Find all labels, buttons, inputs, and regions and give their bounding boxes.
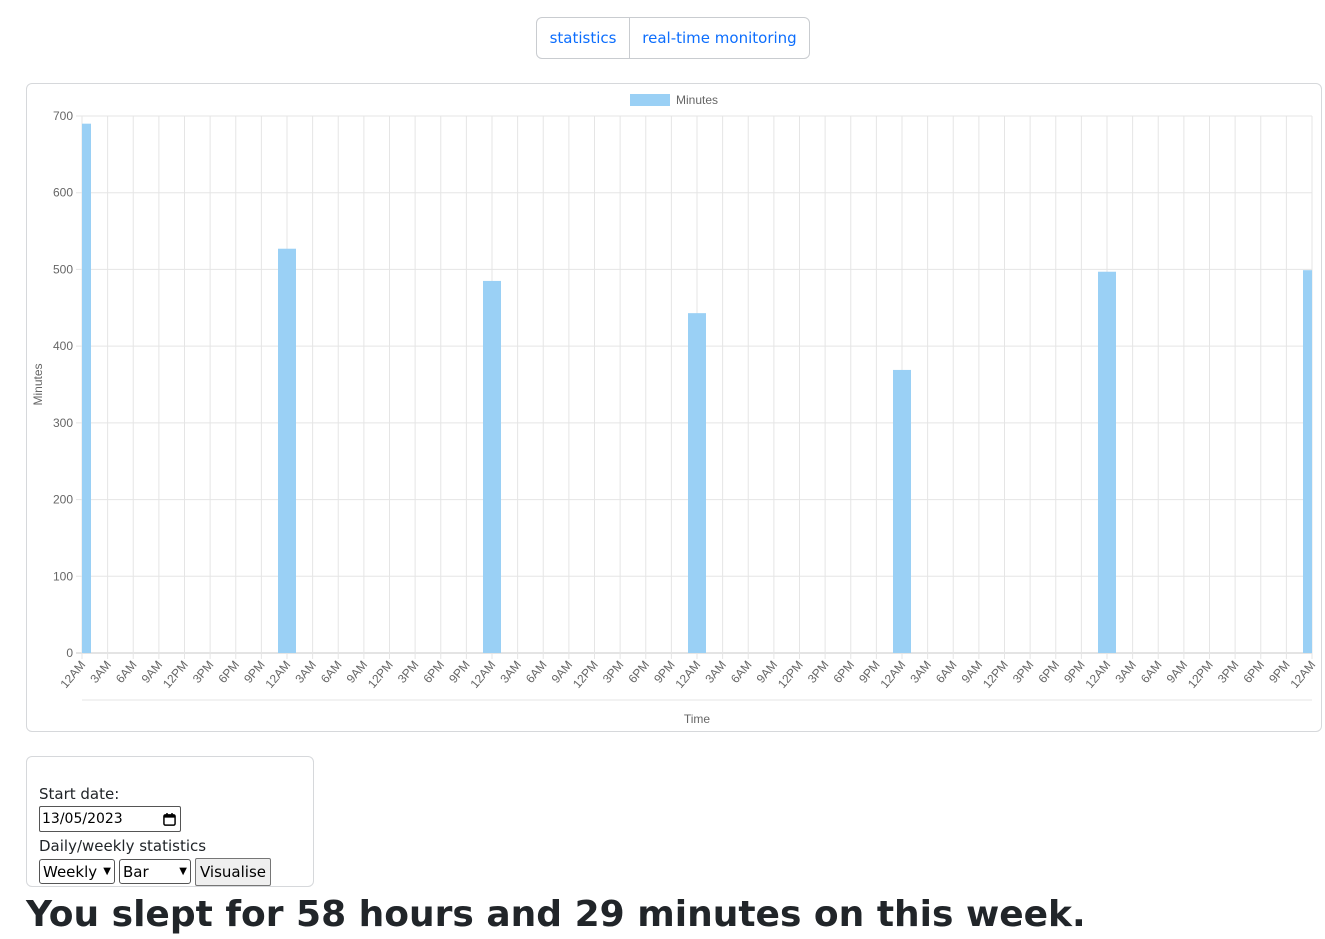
calendar-icon[interactable]	[163, 812, 176, 826]
x-tick-label: 3PM	[190, 658, 217, 686]
chevron-down-icon: ▼	[103, 866, 111, 877]
start-date-input[interactable]: 13/05/2023	[39, 806, 181, 832]
bar	[893, 369, 911, 653]
x-tick-label: 6AM	[933, 658, 960, 686]
x-tick-label: 12PM	[160, 658, 191, 691]
x-tick-label: 12AM	[57, 658, 88, 691]
x-tick-label: 6PM	[1035, 658, 1062, 686]
x-tick-label: 6AM	[318, 658, 345, 686]
period-select-value: Weekly	[43, 862, 98, 881]
x-tick-label: 12PM	[570, 658, 601, 691]
x-tick-label: 6PM	[830, 658, 857, 686]
x-tick-label: 6AM	[523, 658, 550, 686]
nav-tabs: statistics real-time monitoring	[536, 17, 810, 59]
y-tick-label: 200	[53, 493, 73, 507]
chevron-down-icon: ▼	[179, 866, 187, 877]
y-tick-label: 400	[53, 339, 73, 353]
visualise-button[interactable]: Visualise	[195, 858, 271, 886]
y-tick-label: 500	[53, 262, 73, 276]
x-tick-label: 12AM	[467, 658, 498, 691]
y-tick-label: 600	[53, 186, 73, 200]
x-tick-label: 12PM	[980, 658, 1011, 691]
query-form: Start date: 13/05/2023 Daily/weekly stat…	[26, 756, 314, 887]
x-tick-label: 3AM	[1112, 658, 1139, 686]
x-tick-label: 3AM	[702, 658, 729, 686]
x-tick-label: 12PM	[775, 658, 806, 691]
x-tick-label: 3PM	[600, 658, 627, 686]
chart-card: 0 100 200 300 400 500 600 700 12AM 3AM 6AM 9AM 12PM 3…	[26, 83, 1322, 732]
x-tick-label: 3PM	[1010, 658, 1037, 686]
x-tick-label: 3PM	[395, 658, 422, 686]
x-tick-label: 6PM	[420, 658, 447, 686]
bar	[1098, 271, 1116, 653]
statistics-button[interactable]: statistics	[536, 17, 630, 59]
y-tick-label: 0	[66, 646, 73, 660]
x-tick-label: 12AM	[1082, 658, 1113, 691]
x-tick-label: 6PM	[625, 658, 652, 686]
x-tick-label: 6AM	[1138, 658, 1165, 686]
x-tick-label: 3AM	[87, 658, 114, 686]
x-tick-label: 12AM	[262, 658, 293, 691]
period-select[interactable]: Weekly ▼	[39, 859, 115, 884]
x-tick-label: 12AM	[672, 658, 703, 691]
bar	[688, 313, 706, 653]
x-tick-label: 6AM	[113, 658, 140, 686]
x-tick-label: 3PM	[1215, 658, 1242, 686]
sleep-summary: You slept for 58 hours and 29 minutes on…	[26, 894, 1086, 935]
y-tick-label: 100	[53, 569, 73, 583]
y-tick-label: 300	[53, 416, 73, 430]
x-tick-label: 12AM	[877, 658, 908, 691]
bar	[278, 248, 296, 654]
sleep-bar-chart: 010020030040050060070012AM 3AM 6AM 9AM12PM 3…	[31, 93, 1318, 726]
x-tick-label: 3AM	[907, 658, 934, 686]
legend-swatch	[630, 94, 670, 106]
start-date-label: Start date:	[39, 785, 120, 803]
x-tick-label: 3AM	[497, 658, 524, 686]
bar	[483, 280, 501, 653]
legend-label: Minutes	[676, 93, 718, 107]
x-tick-label: 6AM	[728, 658, 755, 686]
realtime-monitoring-button[interactable]: real-time monitoring	[629, 17, 810, 59]
chart-type-select-value: Bar	[123, 862, 149, 881]
x-axis-title: Time	[684, 712, 711, 726]
x-tick-label: 3AM	[292, 658, 319, 686]
y-tick-label: 700	[53, 109, 73, 123]
bar	[82, 123, 91, 653]
x-tick-label: 12AM	[1287, 658, 1318, 691]
start-date-value: 13/05/2023	[42, 811, 123, 827]
y-axis-title: Minutes	[31, 363, 45, 405]
x-tick-label: 6PM	[1240, 658, 1267, 686]
stats-label: Daily/weekly statistics	[39, 837, 207, 855]
chart-type-select[interactable]: Bar ▼	[119, 859, 191, 884]
bar	[1303, 270, 1312, 653]
x-tick-label: 6PM	[215, 658, 242, 686]
x-tick-label: 3PM	[805, 658, 832, 686]
x-tick-label: 12PM	[1185, 658, 1216, 691]
x-tick-label: 12PM	[365, 658, 396, 691]
